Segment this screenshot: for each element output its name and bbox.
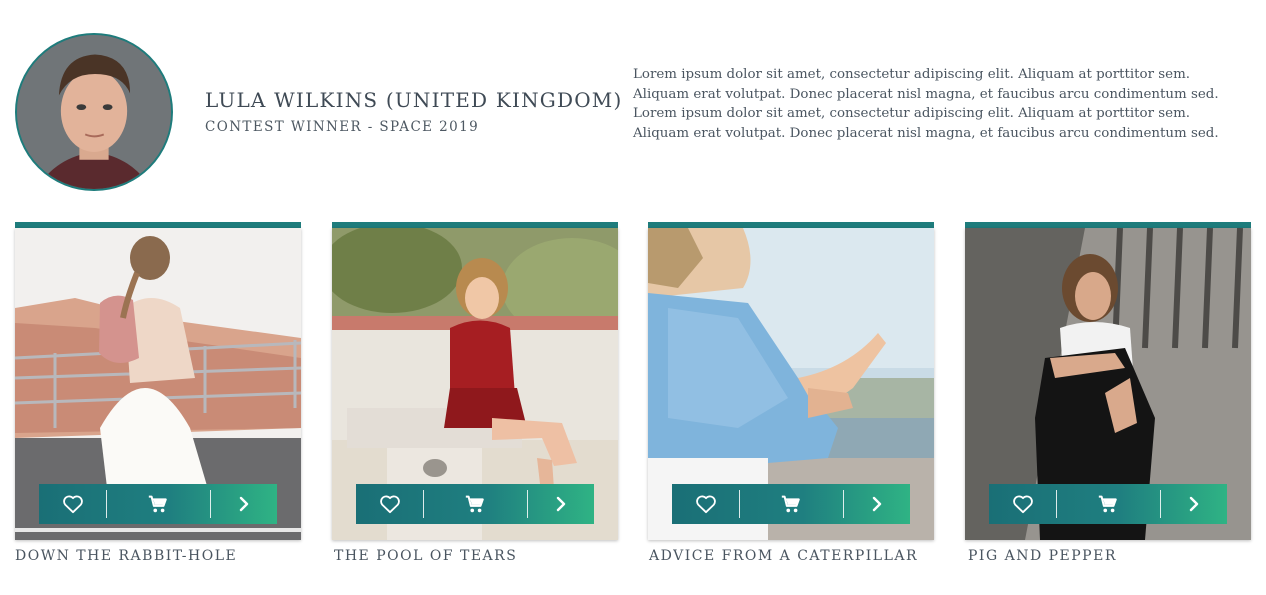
product-card: [332, 222, 618, 540]
cart-icon: [466, 495, 485, 513]
view-details-button[interactable]: [211, 484, 277, 524]
add-to-cart-button[interactable]: [1057, 484, 1159, 524]
card-caption[interactable]: DOWN THE RABBIT-HOLE: [15, 548, 237, 564]
heart-icon: [379, 495, 400, 514]
view-details-button[interactable]: [844, 484, 910, 524]
product-card: [648, 222, 934, 540]
chevron-right-icon: [556, 496, 565, 512]
product-card: [15, 222, 301, 540]
cart-icon: [782, 495, 801, 513]
profile-avatar: [15, 33, 173, 191]
heart-icon: [1012, 495, 1033, 514]
card-action-bar: [39, 484, 277, 524]
profile-name: LULA WILKINS (UNITED KINGDOM): [205, 88, 623, 112]
favorite-button[interactable]: [672, 484, 739, 524]
chevron-right-icon: [239, 496, 248, 512]
add-to-cart-button[interactable]: [740, 484, 842, 524]
cart-icon: [1099, 495, 1118, 513]
profile-info: LULA WILKINS (UNITED KINGDOM) CONTEST WI…: [205, 88, 623, 135]
view-details-button[interactable]: [1161, 484, 1227, 524]
chevron-right-icon: [872, 496, 881, 512]
cart-icon: [149, 495, 168, 513]
card-caption[interactable]: ADVICE FROM A CATERPILLAR: [649, 548, 918, 564]
heart-icon: [62, 495, 83, 514]
card-action-bar: [989, 484, 1227, 524]
profile-bio: Lorem ipsum dolor sit amet, consectetur …: [633, 67, 1219, 141]
view-details-button[interactable]: [528, 484, 594, 524]
card-action-bar: [672, 484, 910, 524]
product-card: [965, 222, 1251, 540]
card-action-bar: [356, 484, 594, 524]
card-caption[interactable]: PIG AND PEPPER: [968, 548, 1117, 564]
heart-icon: [695, 495, 716, 514]
favorite-button[interactable]: [356, 484, 423, 524]
card-caption[interactable]: THE POOL OF TEARS: [334, 548, 517, 564]
favorite-button[interactable]: [39, 484, 106, 524]
chevron-right-icon: [1189, 496, 1198, 512]
add-to-cart-button[interactable]: [107, 484, 209, 524]
add-to-cart-button[interactable]: [424, 484, 526, 524]
profile-subtitle: CONTEST WINNER - SPACE 2019: [205, 119, 480, 135]
favorite-button[interactable]: [989, 484, 1056, 524]
avatar-photo: [17, 35, 171, 189]
